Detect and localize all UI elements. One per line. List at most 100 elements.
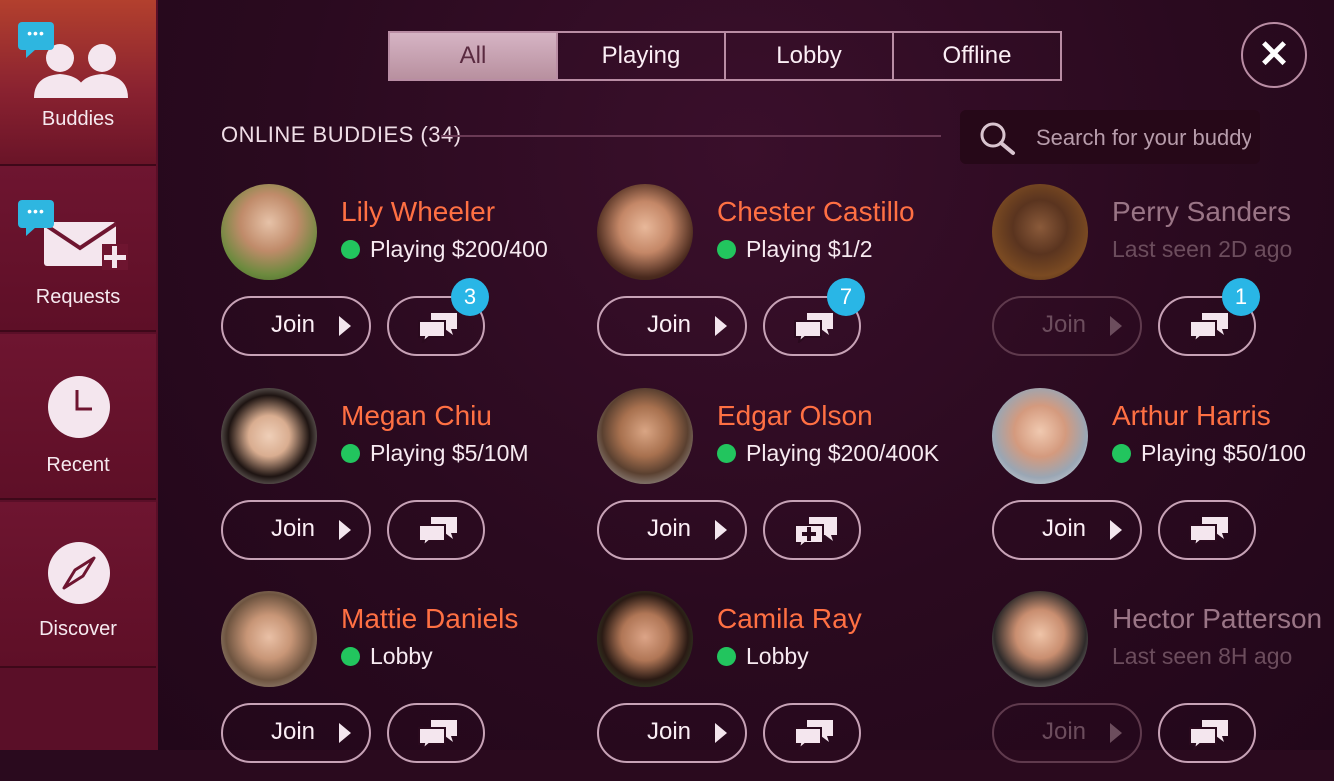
sidebar-item-buddies[interactable]: ••• Buddies [0,0,156,166]
sidebar-item-label: Recent [46,454,110,476]
chat-icon [418,720,457,750]
sidebar-item-requests[interactable]: ••• Requests [0,166,156,332]
chat-icon [794,313,833,343]
online-dot-icon [717,240,736,259]
compass-icon [48,542,110,604]
tab-lobby[interactable]: Lobby [724,31,894,81]
chat-icon [1189,720,1228,750]
avatar[interactable] [597,591,693,687]
buddy-status: Playing $1/2 [717,236,873,263]
join-button[interactable]: Join [992,703,1142,763]
online-dot-icon [341,444,360,463]
search-input[interactable] [1034,120,1253,156]
online-dot-icon [341,647,360,666]
join-button[interactable]: Join [992,296,1142,356]
tab-offline[interactable]: Offline [892,31,1062,81]
sidebar-item-recent[interactable]: Recent [0,334,156,500]
sidebar-item-label: Requests [35,286,121,308]
requests-icon [42,222,128,270]
join-button[interactable]: Join [221,500,371,560]
buddy-card: Megan Chiu Playing $5/10M Join [221,388,581,578]
avatar[interactable] [221,184,317,280]
join-button[interactable]: Join [597,296,747,356]
join-label: Join [1042,311,1087,338]
section-title: ONLINE BUDDIES (34) [221,122,462,147]
join-button[interactable]: Join [221,703,371,763]
join-label: Join [647,311,692,338]
buddy-card: Camila Ray Lobby Join [597,591,957,781]
chat-icon [794,720,833,750]
avatar[interactable] [992,388,1088,484]
buddy-name: Megan Chiu [341,400,492,431]
play-arrow-icon [339,520,351,540]
sidebar-item-label: Buddies [41,108,115,130]
join-label: Join [271,718,316,745]
buddy-status: Playing $50/100 [1112,440,1306,467]
buddy-name: Chester Castillo [717,196,915,227]
buddy-status-text: Playing $50/100 [1141,440,1306,466]
play-arrow-icon [1110,520,1122,540]
play-arrow-icon [715,316,727,336]
join-button[interactable]: Join [992,500,1142,560]
buddy-name: Arthur Harris [1112,400,1271,431]
online-dot-icon [1112,444,1131,463]
buddy-status: Last seen 2D ago [1112,236,1292,263]
buddy-card: Lily Wheeler Playing $200/400 Join 3 [221,184,581,374]
chat-add-button[interactable] [763,500,861,560]
chat-button[interactable] [1158,703,1256,763]
play-arrow-icon [1110,316,1122,336]
buddy-status-text: Last seen 8H ago [1112,643,1293,669]
online-dot-icon [717,444,736,463]
tab-playing[interactable]: Playing [556,31,726,81]
join-button[interactable]: Join [221,296,371,356]
unread-badge: 1 [1222,278,1260,316]
join-button[interactable]: Join [597,703,747,763]
online-dot-icon [717,647,736,666]
avatar[interactable] [597,184,693,280]
avatar[interactable] [221,591,317,687]
buddy-card: Arthur Harris Playing $50/100 Join [992,388,1334,578]
join-button[interactable]: Join [597,500,747,560]
chat-icon [1189,313,1228,343]
join-label: Join [1042,718,1087,745]
buddy-status-text: Lobby [746,643,809,669]
avatar[interactable] [992,184,1088,280]
buddy-card: Perry Sanders Last seen 2D ago Join 1 [992,184,1334,374]
avatar[interactable] [597,388,693,484]
close-button[interactable]: ✕ [1241,22,1307,88]
main-panel: All Playing Lobby Offline ✕ ONLINE BUDDI… [158,0,1334,763]
filter-tabs: All Playing Lobby Offline [388,31,1062,81]
sidebar-item-discover[interactable]: Discover [0,502,156,668]
buddy-name: Mattie Daniels [341,603,519,634]
buddy-status: Last seen 8H ago [1112,643,1292,670]
tab-all[interactable]: All [388,31,558,81]
join-label: Join [647,515,692,542]
join-label: Join [1042,515,1087,542]
buddy-status: Lobby [341,643,433,670]
unread-badge: 7 [827,278,865,316]
play-arrow-icon [339,316,351,336]
join-label: Join [647,718,692,745]
avatar[interactable] [221,388,317,484]
chat-button[interactable] [387,703,485,763]
buddy-status-text: Playing $200/400 [370,236,548,262]
sidebar-item-label: Discover [39,618,117,640]
avatar[interactable] [992,591,1088,687]
chat-add-icon [794,517,837,549]
chat-button[interactable] [1158,500,1256,560]
chat-bubble-icon: ••• [18,200,54,236]
clock-icon [48,376,110,438]
join-label: Join [271,311,316,338]
buddy-status-text: Playing $5/10M [370,440,529,466]
buddy-card: Edgar Olson Playing $200/400K Join [597,388,957,578]
buddy-name: Lily Wheeler [341,196,496,227]
buddy-status-text: Playing $1/2 [746,236,873,262]
play-arrow-icon [339,723,351,743]
unread-badge: 3 [451,278,489,316]
divider [441,135,941,137]
buddy-name: Edgar Olson [717,400,873,431]
chat-button[interactable] [763,703,861,763]
buddy-status: Playing $200/400K [717,440,939,467]
chat-button[interactable] [387,500,485,560]
play-arrow-icon [1110,723,1122,743]
